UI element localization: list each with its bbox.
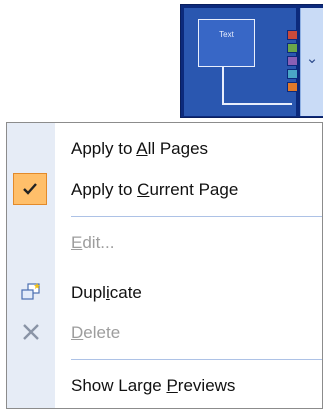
menu-item-label: Apply to Current Page	[71, 180, 239, 199]
duplicate-icon	[7, 273, 55, 311]
menu-item-label: Delete	[71, 323, 121, 342]
color-swatch	[287, 82, 298, 92]
menu-item-apply-to-all-pages[interactable]: Apply to All Pages	[7, 129, 322, 167]
menu-item-label: Apply to All Pages	[71, 139, 209, 158]
color-swatch	[287, 56, 298, 66]
color-swatch	[287, 43, 298, 53]
menu-separator	[71, 359, 322, 360]
connector-line	[222, 103, 292, 105]
menu-item-label: Edit...	[71, 233, 115, 252]
menu-item-apply-to-current-page[interactable]: Apply to Current Page	[7, 170, 322, 208]
context-menu: Apply to All Pages Apply to Current Page…	[6, 122, 323, 409]
delete-icon	[7, 313, 55, 351]
menu-item-duplicate[interactable]: Duplicate	[7, 273, 322, 311]
checkmark-icon	[23, 183, 37, 195]
layout-thumbnail[interactable]: Text ⌄	[180, 4, 323, 118]
color-swatch	[287, 30, 298, 40]
dropdown-arrow-button[interactable]: ⌄	[300, 8, 323, 116]
menu-item-delete[interactable]: Delete	[7, 313, 322, 351]
connector-line	[222, 67, 224, 103]
menu-item-label: Duplicate	[71, 283, 142, 302]
menu-item-label: Show Large Previews	[71, 376, 236, 395]
chevron-down-icon: ⌄	[305, 50, 319, 67]
checked-indicator	[13, 173, 47, 205]
color-swatch	[287, 69, 298, 79]
menu-item-show-large-previews[interactable]: Show Large Previews	[7, 366, 322, 404]
slide-preview: Text	[184, 8, 298, 116]
text-box-preview: Text	[198, 19, 255, 67]
menu-item-edit[interactable]: Edit...	[7, 223, 322, 261]
menu-separator	[71, 216, 322, 217]
